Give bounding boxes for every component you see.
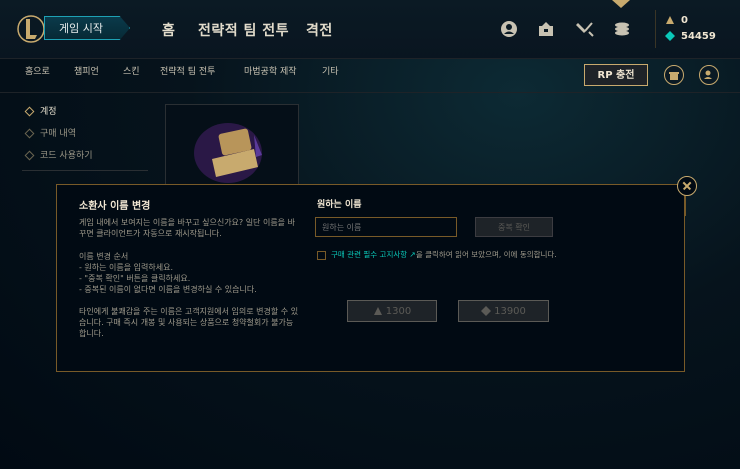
sidebar-item-redeem-code[interactable]: 코드 사용하기 xyxy=(24,148,93,161)
profile-icon[interactable] xyxy=(500,20,518,38)
modal-intro-text: 게임 내에서 보여지는 이름을 바꾸고 싶으신가요? 일단 이름을 바꾸면 클라… xyxy=(79,218,295,238)
loot-icon[interactable] xyxy=(576,20,594,38)
gift-button[interactable] xyxy=(664,65,684,85)
top-navigation-bar: 게임 시작 홈 전략적 팀 전투 격전 0 54459 xyxy=(0,0,740,59)
collection-icon[interactable] xyxy=(537,20,555,38)
warning-text: 타인에게 불쾌감을 주는 이름은 고객지원에서 임의로 변경할 수 있습니다. … xyxy=(79,307,299,338)
diamond-icon xyxy=(24,128,35,139)
nav-tft[interactable]: 전략적 팀 전투 xyxy=(198,20,289,40)
rp-amount: 0 xyxy=(681,15,688,26)
steps-title: 이름 변경 순서 xyxy=(79,252,129,261)
rp-balance: 0 xyxy=(665,15,688,26)
buy-with-be-button[interactable]: 13900 xyxy=(458,300,549,322)
store-icon[interactable] xyxy=(613,20,631,38)
diamond-icon xyxy=(24,150,35,161)
notice-link[interactable]: 구매 관련 필수 고지사항 ↗ xyxy=(331,250,416,259)
subnav-champions[interactable]: 챔피언 xyxy=(74,64,99,77)
rp-currency-icon xyxy=(666,16,674,24)
currency-divider xyxy=(655,10,656,48)
subnav-skins[interactable]: 스킨 xyxy=(123,64,140,77)
sidebar-item-account[interactable]: 계정 xyxy=(24,104,57,117)
blue-essence-icon xyxy=(665,31,675,41)
active-store-indicator-icon xyxy=(612,0,630,8)
step-3: - 중복된 이름이 없다면 이름을 변경하실 수 있습니다. xyxy=(79,285,257,294)
modal-title: 소환사 이름 변경 xyxy=(79,201,151,212)
blue-essence-amount: 54459 xyxy=(681,31,716,42)
check-duplicate-button[interactable]: 중복 확인 xyxy=(475,217,553,237)
rp-currency-icon xyxy=(373,307,382,315)
sidebar-divider xyxy=(22,170,148,171)
nav-home[interactable]: 홈 xyxy=(162,20,175,40)
agree-text: 구매 관련 필수 고지사항 ↗을 클릭하여 읽어 보았으며, 이에 동의합니다. xyxy=(317,249,579,260)
rp-price: 1300 xyxy=(385,306,412,317)
sidebar-item-purchase-history[interactable]: 구매 내역 xyxy=(24,126,76,139)
user-settings-icon xyxy=(704,70,712,79)
be-price: 13900 xyxy=(494,306,526,317)
step-1: - 원하는 이름을 입력하세요. xyxy=(79,263,174,272)
league-logo-icon[interactable] xyxy=(16,12,46,46)
nav-clash[interactable]: 격전 xyxy=(306,20,333,40)
account-button[interactable] xyxy=(699,65,719,85)
modal-close-connector xyxy=(685,196,686,216)
subnav-hextech[interactable]: 마법공학 제작 xyxy=(244,64,297,77)
modal-close-button[interactable] xyxy=(677,176,697,196)
sidebar-item-label: 코드 사용하기 xyxy=(40,151,93,161)
scroll-icon xyxy=(194,123,262,183)
diamond-icon xyxy=(24,106,35,117)
subnav-home[interactable]: 홈으로 xyxy=(25,64,50,77)
gift-icon xyxy=(669,72,679,80)
sidebar-item-label: 계정 xyxy=(40,107,57,117)
subnav-tft[interactable]: 전략적 팀 전투 xyxy=(160,64,215,77)
rp-purchase-button[interactable]: RP 충전 xyxy=(584,64,648,86)
subnav-other[interactable]: 기타 xyxy=(322,64,339,77)
step-2: - "중복 확인" 버튼을 클릭하세요. xyxy=(79,274,191,283)
agree-suffix: 을 클릭하여 읽어 보았으며, 이에 동의합니다. xyxy=(415,250,557,259)
summoner-name-change-modal: 소환사 이름 변경 게임 내에서 보여지는 이름을 바꾸고 싶으신가요? 일단 … xyxy=(56,184,685,372)
buy-with-rp-button[interactable]: 1300 xyxy=(347,300,437,322)
desired-name-input[interactable] xyxy=(315,217,457,237)
desired-name-label: 원하는 이름 xyxy=(317,200,362,210)
blue-essence-icon xyxy=(481,306,492,316)
sidebar-item-label: 구매 내역 xyxy=(40,129,76,139)
name-change-product-card[interactable] xyxy=(165,104,299,190)
blue-essence-balance: 54459 xyxy=(665,31,716,42)
play-button[interactable]: 게임 시작 xyxy=(44,16,130,40)
